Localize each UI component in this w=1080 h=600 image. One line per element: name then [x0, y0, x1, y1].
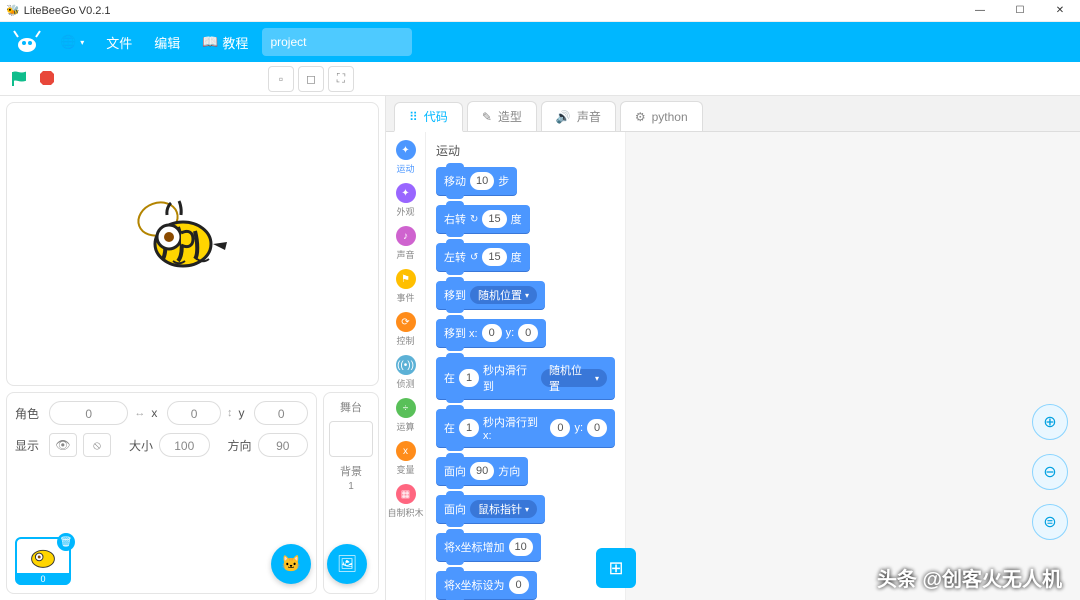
show-sprite-button[interactable]: 👁 [49, 433, 77, 457]
block-category-rail: ✦运动 ✦外观 ♪声音 ⚑事件 ⟳控制 ((•))侦测 ÷运算 x变量 ▦自制积… [386, 132, 426, 600]
stage-title-label: 舞台 [340, 399, 362, 415]
point-target-dropdown[interactable]: 鼠标指针 [470, 500, 537, 518]
stage-canvas[interactable] [6, 102, 379, 386]
block-palette: 运动 移动10步 右转↻15度 左转↺15度 移到随机位置 移到 x:0y:0 [426, 132, 626, 600]
watermark-text: 头条 @创客火无人机 [877, 563, 1062, 592]
window-close-button[interactable]: ✕ [1040, 0, 1080, 22]
zoom-reset-button[interactable]: ⊜ [1032, 504, 1068, 540]
stage-toolbar: ▫ ◻ ⛶ [0, 62, 1080, 96]
book-icon: 📖 [202, 34, 218, 50]
app-logo-icon [8, 27, 46, 57]
language-menu[interactable]: 🌐▾ [52, 34, 92, 50]
eye-closed-icon: ⦸ [93, 438, 101, 453]
block-change-x[interactable]: 将x坐标增加10 [436, 533, 541, 561]
window-minimize-button[interactable]: — [960, 0, 1000, 22]
top-menubar: 🌐▾ 文件 编辑 📖 教程 project [0, 22, 1080, 62]
palette-heading: 运动 [436, 142, 615, 159]
python-icon: ⚙ [635, 110, 646, 124]
tab-python[interactable]: ⚙python [620, 101, 703, 131]
brush-icon: ✎ [482, 110, 492, 124]
category-sensing[interactable]: ((•))侦测 [388, 353, 424, 392]
window-title: LiteBeeGo V0.2.1 [24, 5, 111, 17]
xy-arrows-icon: ↔ [134, 407, 145, 419]
sprite-y-input[interactable]: 0 [254, 401, 308, 425]
add-extension-button[interactable]: ⊞ [596, 548, 636, 588]
block-move-steps[interactable]: 移动10步 [436, 167, 517, 195]
sprite-direction-input[interactable]: 90 [258, 433, 308, 457]
backdrop-count: 1 [348, 481, 354, 492]
category-sound[interactable]: ♪声音 [388, 224, 424, 263]
rotate-ccw-icon: ↺ [470, 252, 478, 263]
category-events[interactable]: ⚑事件 [388, 267, 424, 306]
delete-sprite-button[interactable]: 🗑 [57, 533, 75, 551]
file-menu[interactable]: 文件 [98, 33, 140, 52]
eye-open-icon: 👁 [55, 438, 70, 452]
hide-sprite-button[interactable]: ⦸ [83, 433, 111, 457]
globe-icon: 🌐 [60, 34, 76, 50]
green-flag-button[interactable] [6, 66, 32, 92]
rotate-cw-icon: ↻ [470, 214, 478, 225]
add-sprite-button[interactable]: 🐱 [271, 544, 311, 584]
block-turn-left[interactable]: 左转↺15度 [436, 243, 530, 271]
sprite-on-stage[interactable] [123, 189, 233, 279]
backdrop-label: 背景 [340, 463, 362, 479]
zoom-out-icon: ⊖ [1043, 462, 1056, 482]
block-goto-xy[interactable]: 移到 x:0y:0 [436, 319, 546, 347]
tab-costume[interactable]: ✎造型 [467, 101, 537, 131]
show-label: 显示 [15, 437, 43, 454]
stage-large-button[interactable]: ◻ [298, 66, 324, 92]
zoom-in-button[interactable]: ⊕ [1032, 404, 1068, 440]
category-motion[interactable]: ✦运动 [388, 138, 424, 177]
tutorial-menu[interactable]: 📖 教程 [194, 33, 256, 52]
tab-code[interactable]: ⠿代码 [394, 102, 463, 132]
window-titlebar: 🐝 LiteBeeGo V0.2.1 — ☐ ✕ [0, 0, 1080, 22]
image-plus-icon: 🖼 [337, 554, 357, 574]
code-icon: ⠿ [409, 110, 418, 124]
category-variables[interactable]: x变量 [388, 439, 424, 478]
category-operators[interactable]: ÷运算 [388, 396, 424, 435]
sprite-thumbnail[interactable]: 🗑 0 [15, 537, 71, 585]
editor-tabs: ⠿代码 ✎造型 🔊声音 ⚙python [386, 96, 1080, 132]
cat-plus-icon: 🐱 [281, 554, 301, 574]
zoom-reset-icon: ⊜ [1043, 512, 1056, 532]
sprite-name-label: 角色 [15, 405, 43, 422]
block-point-towards[interactable]: 面向鼠标指针 [436, 495, 545, 523]
glide-target-dropdown[interactable]: 随机位置 [541, 369, 607, 387]
speaker-icon: 🔊 [556, 110, 571, 124]
sprite-size-input[interactable]: 100 [159, 433, 209, 457]
block-goto-random[interactable]: 移到随机位置 [436, 281, 545, 309]
category-myblocks[interactable]: ▦自制积木 [388, 482, 424, 521]
category-control[interactable]: ⟳控制 [388, 310, 424, 349]
zoom-out-button[interactable]: ⊖ [1032, 454, 1068, 490]
xy-arrows-icon: ↕ [227, 407, 233, 419]
sprite-x-input[interactable]: 0 [167, 401, 221, 425]
sprite-name-input[interactable]: 0 [49, 401, 128, 425]
tab-sound[interactable]: 🔊声音 [541, 101, 616, 131]
block-turn-right[interactable]: 右转↻15度 [436, 205, 530, 233]
block-glide-xy[interactable]: 在1秒内滑行到 x:0y:0 [436, 409, 615, 447]
extension-plus-icon: ⊞ [608, 558, 623, 579]
stop-button[interactable] [38, 69, 58, 89]
stage-small-button[interactable]: ▫ [268, 66, 294, 92]
block-glide-random[interactable]: 在1秒内滑行到随机位置 [436, 357, 615, 399]
script-workspace[interactable]: ⊞ ⊕ ⊖ ⊜ [626, 132, 1080, 600]
edit-menu[interactable]: 编辑 [146, 33, 188, 52]
trash-icon: 🗑 [60, 537, 73, 548]
goto-target-dropdown[interactable]: 随机位置 [470, 286, 537, 304]
stage-full-button[interactable]: ⛶ [328, 66, 354, 92]
project-name-input[interactable]: project [262, 28, 412, 56]
backdrop-thumbnail[interactable] [329, 421, 373, 457]
add-backdrop-button[interactable]: 🖼 [327, 544, 367, 584]
block-set-x[interactable]: 将x坐标设为0 [436, 571, 537, 599]
category-looks[interactable]: ✦外观 [388, 181, 424, 220]
block-point-direction[interactable]: 面向90方向 [436, 457, 528, 485]
zoom-in-icon: ⊕ [1043, 412, 1056, 432]
window-maximize-button[interactable]: ☐ [1000, 0, 1040, 22]
